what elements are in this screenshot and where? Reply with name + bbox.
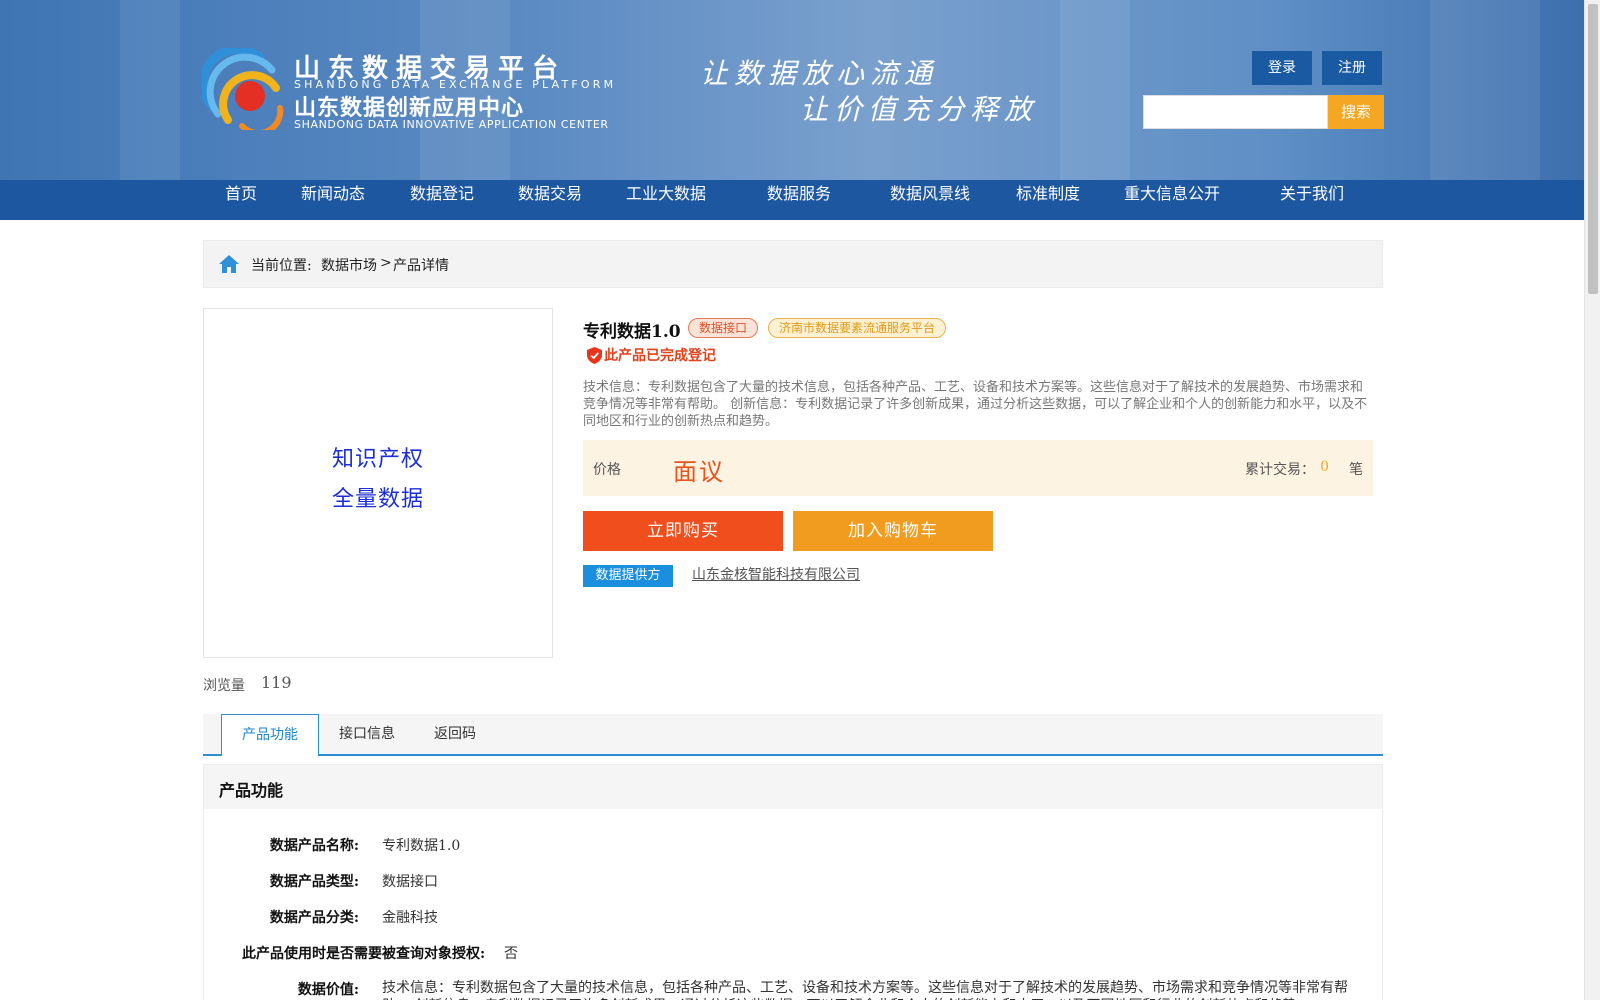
breadcrumb-current: 产品详情 bbox=[393, 258, 449, 274]
product-image-line-1: 知识产权 bbox=[331, 447, 424, 472]
trade-count-label: 累计交易： bbox=[1245, 462, 1315, 478]
scrollbar-thumb[interactable] bbox=[1588, 4, 1598, 294]
detail-label-authorization: 此产品使用时是否需要被查询对象授权: bbox=[242, 946, 486, 962]
tab-return-codes[interactable]: 返回码 bbox=[434, 714, 476, 756]
detail-value-name: 专利数据1.0 bbox=[382, 838, 461, 854]
shield-check-icon bbox=[587, 347, 602, 364]
product-description: 技术信息：专利数据包含了大量的技术信息，包括各种产品、工艺、设备和技术方案等。这… bbox=[583, 380, 1368, 429]
page-scrollbar[interactable] bbox=[1584, 0, 1600, 1000]
trade-count-unit: 笔 bbox=[1349, 462, 1363, 478]
breadcrumb: 当前位置: 数据市场 > 产品详情 bbox=[203, 240, 1383, 288]
detail-value-category: 金融科技 bbox=[382, 910, 438, 926]
price-label: 价格 bbox=[593, 462, 621, 478]
detail-label-value: 数据价值: bbox=[297, 982, 359, 998]
nav-item-news[interactable]: 新闻动态 bbox=[301, 180, 365, 220]
panel-header: 产品功能 bbox=[204, 765, 1382, 809]
home-icon[interactable] bbox=[218, 254, 240, 274]
breadcrumb-link-market[interactable]: 数据市场 bbox=[321, 255, 377, 275]
platform-badge: 济南市数据要素流通服务平台 bbox=[768, 318, 947, 338]
provider-badge: 数据提供方 bbox=[583, 565, 673, 587]
login-button[interactable]: 登录 bbox=[1252, 51, 1312, 85]
product-type-badge: 数据接口 bbox=[688, 318, 759, 338]
detail-label-name: 数据产品名称: bbox=[269, 838, 359, 854]
register-button[interactable]: 注册 bbox=[1322, 51, 1382, 85]
tab-product-features[interactable]: 产品功能 bbox=[221, 714, 319, 756]
product-features-panel: 产品功能 数据产品名称: 专利数据1.0 数据产品类型: 数据接口 数据产品分类… bbox=[203, 764, 1383, 1000]
nav-item-standards[interactable]: 标准制度 bbox=[1016, 180, 1080, 220]
breadcrumb-label: 当前位置: bbox=[251, 258, 312, 274]
detail-value-value: 技术信息：专利数据包含了大量的技术信息，包括各种产品、工艺、设备和技术方案等。这… bbox=[382, 980, 1348, 1000]
nav-item-disclosure[interactable]: 重大信息公开 bbox=[1124, 180, 1220, 220]
registration-status: 此产品已完成登记 bbox=[604, 348, 716, 364]
price-value: 面议 bbox=[673, 458, 725, 486]
product-image: 知识产权 全量数据 bbox=[203, 308, 553, 658]
logo-subtitle-secondary: SHANDONG DATA INNOVATIVE APPLICATION CEN… bbox=[294, 118, 609, 131]
views-label: 浏览量 bbox=[203, 678, 245, 694]
search-input[interactable] bbox=[1143, 95, 1328, 129]
price-box: 价格 面议 累计交易： 0 笔 bbox=[583, 440, 1373, 496]
buy-now-button[interactable]: 立即购买 bbox=[583, 511, 783, 551]
site-header: 山东数据交易平台 SHANDONG DATA EXCHANGE PLATFORM… bbox=[0, 0, 1584, 180]
provider-link[interactable]: 山东金核智能科技有限公司 bbox=[692, 564, 860, 584]
product-image-line-2: 全量数据 bbox=[331, 487, 424, 512]
detail-value-type: 数据接口 bbox=[382, 874, 438, 890]
header-decor bbox=[120, 0, 180, 180]
tab-interface-info[interactable]: 接口信息 bbox=[339, 714, 395, 756]
nav-item-data-trading[interactable]: 数据交易 bbox=[518, 180, 582, 220]
logo-mark-icon bbox=[202, 48, 284, 130]
header-decor bbox=[1430, 0, 1540, 180]
detail-tabs: 产品功能 接口信息 返回码 bbox=[203, 714, 1383, 756]
nav-item-data-landscape[interactable]: 数据风景线 bbox=[890, 180, 970, 220]
panel-title: 产品功能 bbox=[219, 781, 284, 800]
detail-label-category: 数据产品分类: bbox=[269, 910, 359, 926]
page: 山东数据交易平台 SHANDONG DATA EXCHANGE PLATFORM… bbox=[0, 0, 1600, 1000]
detail-value-authorization: 否 bbox=[504, 946, 518, 962]
detail-label-type: 数据产品类型: bbox=[269, 874, 359, 890]
search-button[interactable]: 搜索 bbox=[1328, 95, 1384, 129]
main-nav: 首页 新闻动态 数据登记 数据交易 工业大数据 数据服务 数据风景线 标准制度 … bbox=[0, 180, 1584, 220]
views-count: 119 bbox=[261, 673, 292, 692]
add-to-cart-button[interactable]: 加入购物车 bbox=[793, 511, 993, 551]
breadcrumb-separator: > bbox=[380, 255, 392, 271]
nav-item-about-us[interactable]: 关于我们 bbox=[1280, 180, 1344, 220]
nav-item-industrial-big-data[interactable]: 工业大数据 bbox=[626, 180, 706, 220]
site-logo[interactable]: 山东数据交易平台 SHANDONG DATA EXCHANGE PLATFORM… bbox=[202, 48, 613, 134]
slogan-line-2: 让价值充分释放 bbox=[800, 93, 1039, 126]
header-decor bbox=[1060, 0, 1130, 180]
product-title: 专利数据1.0 bbox=[583, 322, 681, 342]
nav-item-data-services[interactable]: 数据服务 bbox=[767, 180, 831, 220]
slogan-line-1: 让数据放心流通 bbox=[700, 57, 939, 90]
nav-item-data-registration[interactable]: 数据登记 bbox=[410, 180, 474, 220]
trade-count: 0 bbox=[1320, 459, 1329, 475]
nav-item-home[interactable]: 首页 bbox=[225, 180, 257, 220]
